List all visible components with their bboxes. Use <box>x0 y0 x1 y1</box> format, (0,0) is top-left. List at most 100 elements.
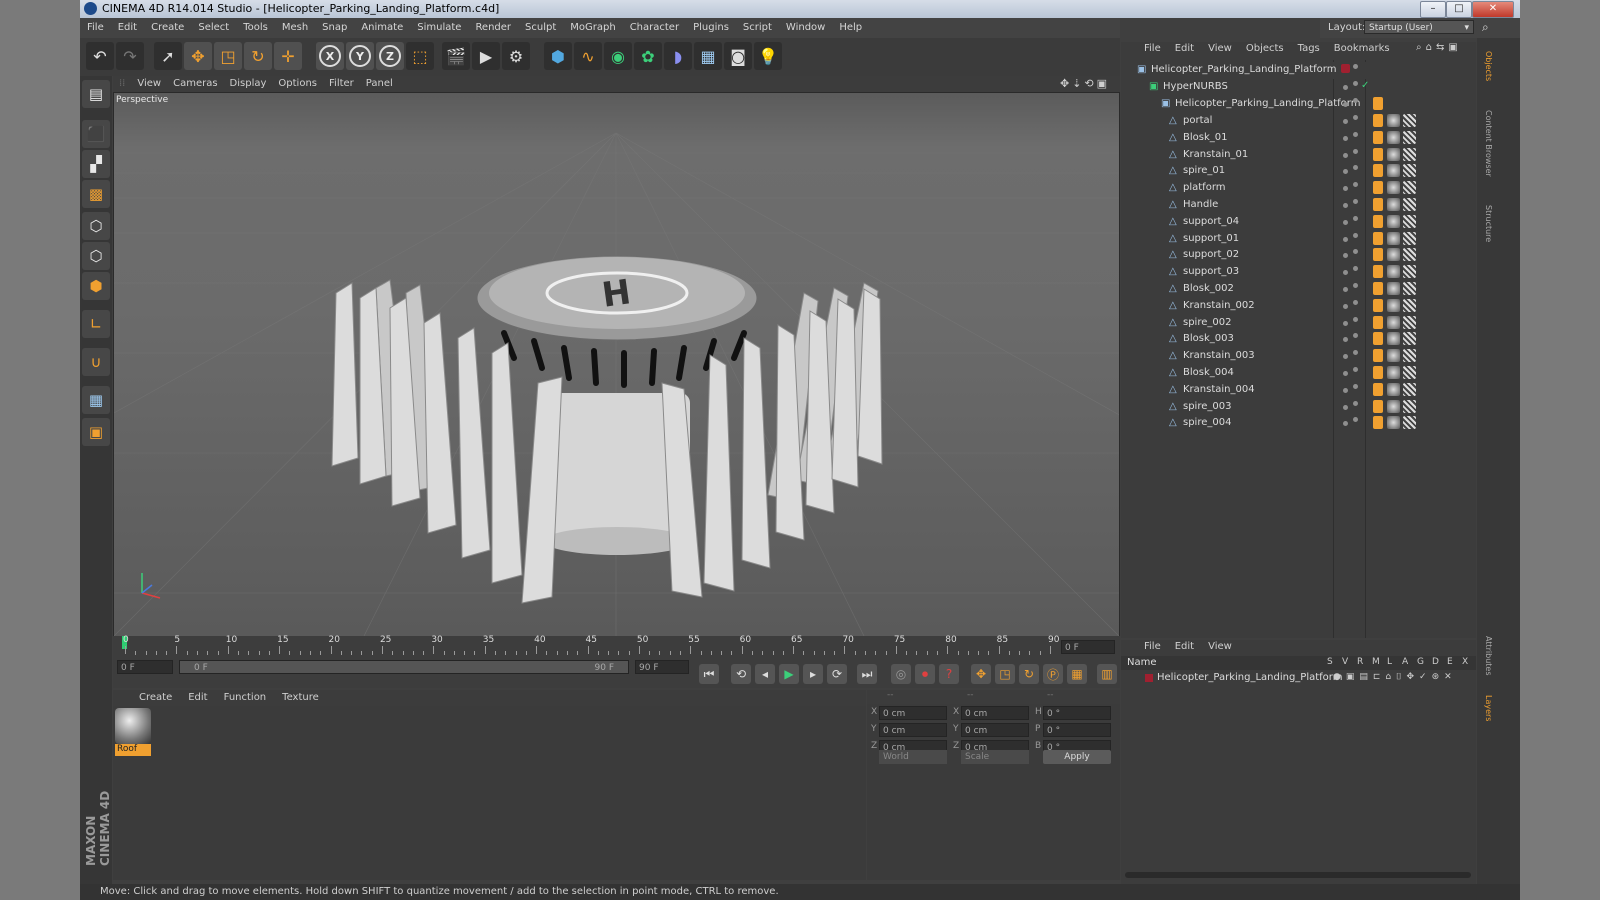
object-menu-file[interactable]: File <box>1137 42 1168 56</box>
coord-size-field[interactable]: 0 cm <box>961 706 1029 720</box>
object-row[interactable]: △ Kranstain_003 <box>1121 348 1476 365</box>
points-mode-icon[interactable]: ⬡ <box>82 212 110 240</box>
tab-attributes[interactable]: Attributes <box>1479 628 1493 684</box>
uvw-tag-icon[interactable] <box>1403 231 1416 245</box>
object-row[interactable]: △ spire_004 <box>1121 415 1476 432</box>
material-tag-icon[interactable] <box>1387 315 1400 329</box>
render-visibility-dot[interactable] <box>1353 316 1358 322</box>
menu-tools[interactable]: Tools <box>236 18 275 38</box>
render-picture-icon[interactable]: ▶ <box>472 42 500 70</box>
horizontal-scrollbar[interactable] <box>1125 872 1471 878</box>
layout-select[interactable]: Startup (User) ▾ <box>1364 20 1474 34</box>
render-visibility-dot[interactable] <box>1353 333 1358 339</box>
phong-tag-icon[interactable] <box>1373 97 1383 110</box>
spline-icon[interactable]: ∿ <box>574 42 602 70</box>
cube-icon[interactable]: ⬢ <box>544 42 572 70</box>
go-to-start-icon[interactable]: ⏮ <box>699 664 719 684</box>
render-settings-icon[interactable]: ⚙ <box>502 42 530 70</box>
object-row[interactable]: △ Blosk_002 <box>1121 281 1476 298</box>
coord-rot-field[interactable]: 0 ° <box>1043 706 1111 720</box>
redo-icon[interactable]: ↷ <box>116 42 144 70</box>
uvw-tag-icon[interactable] <box>1403 382 1416 396</box>
editor-visibility-dot[interactable] <box>1343 169 1348 175</box>
menu-select[interactable]: Select <box>191 18 236 38</box>
floor-icon[interactable]: ▦ <box>694 42 722 70</box>
uvw-tag-icon[interactable] <box>1403 147 1416 161</box>
render-visibility-dot[interactable] <box>1353 232 1358 238</box>
axis-mode-icon[interactable]: ∟ <box>82 310 110 338</box>
object-row[interactable]: △ support_01 <box>1121 231 1476 248</box>
material-tag-icon[interactable] <box>1387 147 1400 161</box>
object-row-parent[interactable]: ▣ Helicopter_Parking_Landing_Platform <box>1121 62 1476 79</box>
step-back-icon[interactable]: ◂ <box>755 664 775 684</box>
object-manager-icons[interactable]: ⌕⌂⇆▣ <box>1416 42 1462 53</box>
layer-menu-view[interactable]: View <box>1201 640 1239 654</box>
material-tag-icon[interactable] <box>1387 198 1400 211</box>
uvw-tag-icon[interactable] <box>1403 349 1416 363</box>
lock-workplane-icon[interactable]: ▣ <box>82 418 110 446</box>
object-row[interactable]: △ spire_002 <box>1121 315 1476 332</box>
menu-snap[interactable]: Snap <box>315 18 354 38</box>
light-icon[interactable]: 💡 <box>754 42 782 70</box>
coord-rot-field[interactable]: 0 ° <box>1043 723 1111 737</box>
magnet-icon[interactable]: ∪ <box>82 348 110 376</box>
editor-visibility-dot[interactable] <box>1343 186 1348 192</box>
workplane-icon[interactable]: ▩ <box>82 180 110 208</box>
editor-visibility-dot[interactable] <box>1343 404 1348 410</box>
material-tag-icon[interactable] <box>1387 349 1400 363</box>
phong-tag-icon[interactable] <box>1373 214 1383 228</box>
material-menu-create[interactable]: Create <box>131 690 180 706</box>
y-axis-icon[interactable]: Y <box>346 42 374 70</box>
phong-tag-icon[interactable] <box>1373 416 1383 430</box>
select-arrow-icon[interactable]: ➚ <box>154 42 182 70</box>
object-row[interactable]: △ portal <box>1121 113 1476 130</box>
editor-visibility-dot[interactable] <box>1343 354 1348 360</box>
material-tag-icon[interactable] <box>1387 265 1400 279</box>
key-scale-icon[interactable]: ◳ <box>995 664 1015 684</box>
object-row[interactable]: △ Kranstain_01 <box>1121 147 1476 164</box>
render-visibility-dot[interactable] <box>1353 165 1358 171</box>
object-row[interactable]: △ Blosk_004 <box>1121 365 1476 382</box>
phong-tag-icon[interactable] <box>1373 198 1383 211</box>
timeline-ruler[interactable]: 0 5 10 15 20 25 30 35 40 45 50 55 60 65 70 75 80 85 90 0 F <box>113 635 1120 658</box>
menu-mograph[interactable]: MoGraph <box>563 18 622 38</box>
editor-visibility-dot[interactable] <box>1343 85 1348 90</box>
prev-key-icon[interactable]: ⟲ <box>731 664 751 684</box>
live-select-icon[interactable]: ✛ <box>274 42 302 70</box>
layer-menu-edit[interactable]: Edit <box>1168 640 1201 654</box>
frame-range-slider[interactable]: 0 F 90 F <box>179 660 629 674</box>
menu-script[interactable]: Script <box>736 18 779 38</box>
menu-mesh[interactable]: Mesh <box>275 18 315 38</box>
render-visibility-dot[interactable] <box>1353 400 1358 406</box>
edges-mode-icon[interactable]: ⬡ <box>82 242 110 270</box>
close-button[interactable]: ✕ <box>1472 1 1514 18</box>
editor-visibility-dot[interactable] <box>1343 219 1348 225</box>
uvw-tag-icon[interactable] <box>1403 130 1416 144</box>
phong-tag-icon[interactable] <box>1373 231 1383 245</box>
maximize-button[interactable]: □ <box>1446 1 1472 18</box>
play-icon[interactable]: ▶ <box>779 664 799 684</box>
step-forward-icon[interactable]: ▸ <box>803 664 823 684</box>
uvw-tag-icon[interactable] <box>1403 282 1416 295</box>
object-row-parent[interactable]: ▣ HyperNURBS ✓ <box>1121 79 1476 96</box>
editor-visibility-dot[interactable] <box>1343 287 1348 292</box>
render-visibility-dot[interactable] <box>1353 215 1358 221</box>
editor-visibility-dot[interactable] <box>1343 421 1348 427</box>
render-visibility-dot[interactable] <box>1353 417 1358 423</box>
render-visibility-dot[interactable] <box>1353 81 1358 86</box>
object-row[interactable]: △ spire_01 <box>1121 163 1476 180</box>
render-visibility-dot[interactable] <box>1353 383 1358 389</box>
coord-system-icon[interactable]: ⬚ <box>406 42 434 70</box>
menu-plugins[interactable]: Plugins <box>686 18 736 38</box>
object-row[interactable]: △ spire_003 <box>1121 399 1476 416</box>
render-visibility-dot[interactable] <box>1353 182 1358 188</box>
camera-icon[interactable]: ◙ <box>724 42 752 70</box>
phong-tag-icon[interactable] <box>1373 248 1383 262</box>
material-tag-icon[interactable] <box>1387 399 1400 413</box>
go-to-end-icon[interactable]: ⏭ <box>857 664 877 684</box>
material-roof-label[interactable]: Roof <box>115 744 151 756</box>
object-row[interactable]: △ Kranstain_002 <box>1121 298 1476 315</box>
x-axis-icon[interactable]: X <box>316 42 344 70</box>
render-visibility-dot[interactable] <box>1353 350 1358 356</box>
editor-visibility-dot[interactable] <box>1343 320 1348 326</box>
